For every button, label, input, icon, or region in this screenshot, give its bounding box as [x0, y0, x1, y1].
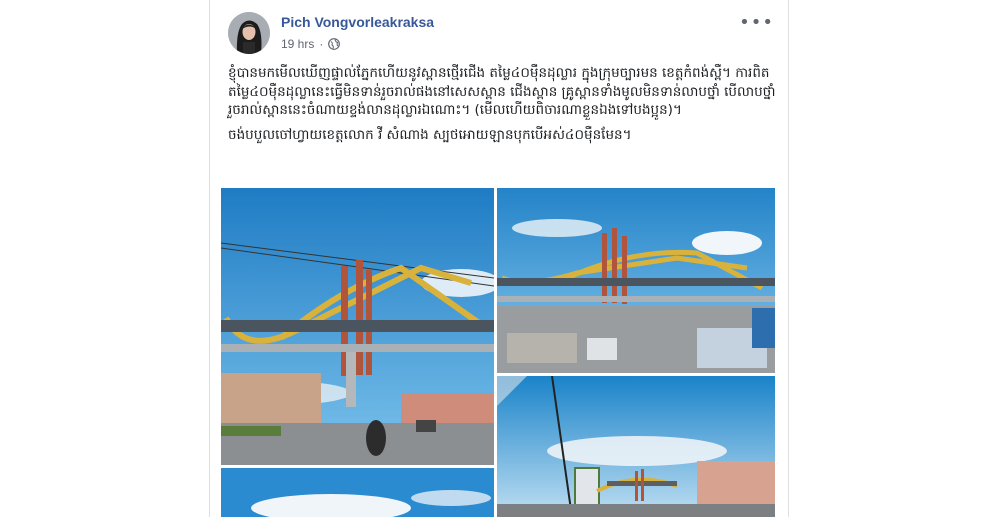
photo-4[interactable]	[221, 468, 494, 517]
photo-2[interactable]	[497, 188, 775, 373]
avatar[interactable]	[228, 12, 270, 54]
bridge-photo	[497, 188, 775, 373]
author-name[interactable]: Pich Vongvorleakraksa	[281, 14, 434, 30]
photo-3[interactable]	[497, 376, 775, 517]
globe-icon[interactable]	[328, 38, 341, 50]
post-paragraph: ចង់បបួលចៅហ្វាយខេត្តលោក វី សំណាង ស្បថអោយឡ…	[228, 126, 632, 143]
post-card: Pich Vongvorleakraksa 19 hrs · ••• ខ្ញុំ…	[209, 0, 789, 517]
avatar-image	[228, 12, 270, 54]
post-text: ខ្ញុំបានមកមើលឃើញផ្ទាល់ភ្នែកហើយនូវស្ពានថ្…	[228, 64, 776, 150]
dot-separator: ·	[319, 37, 324, 51]
bridge-photo	[221, 188, 494, 465]
photo-1[interactable]	[221, 188, 494, 465]
bridge-photo	[497, 376, 775, 517]
bridge-photo	[221, 468, 494, 517]
post-meta: 19 hrs ·	[281, 37, 341, 51]
more-options-icon[interactable]: •••	[739, 12, 774, 33]
post-paragraph: ខ្ញុំបានមកមើលឃើញផ្ទាល់ភ្នែកហើយនូវស្ពានថ្…	[228, 65, 776, 118]
post-timestamp[interactable]: 19 hrs	[281, 37, 314, 51]
